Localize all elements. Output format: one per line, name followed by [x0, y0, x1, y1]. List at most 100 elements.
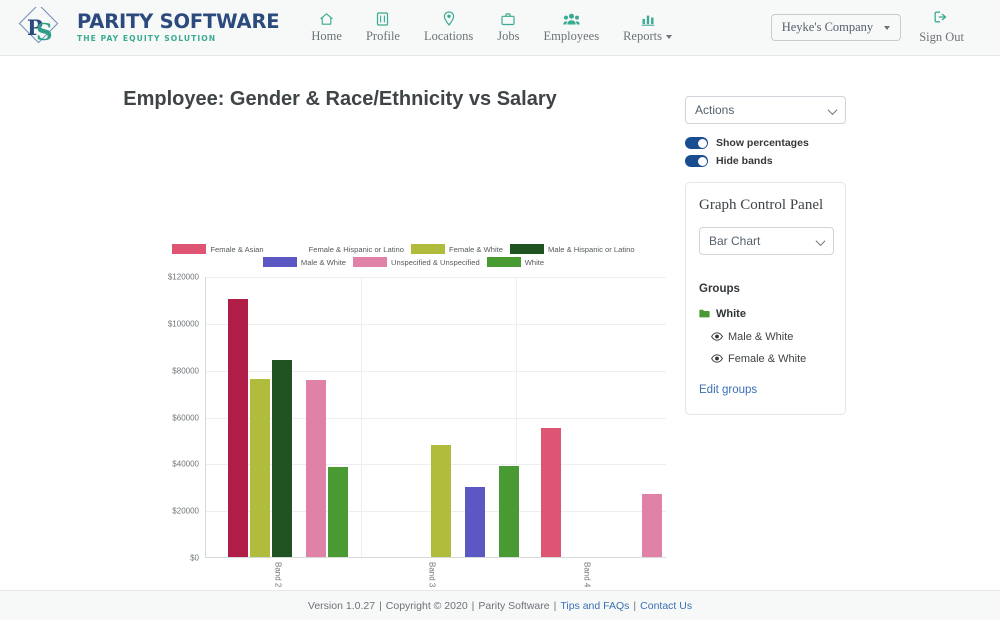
toggle-switch[interactable] — [685, 137, 708, 149]
sign-out-button[interactable]: Sign Out — [919, 10, 964, 45]
legend-swatch — [510, 244, 545, 254]
brand-logo[interactable]: P S PARITY SOFTWARE THE PAY EQUITY SOLUT… — [16, 3, 280, 49]
toggle-hide-bands-label: Hide bands — [716, 155, 773, 167]
chart-bar[interactable] — [642, 493, 662, 557]
y-axis-tick-label: $20000 — [172, 506, 199, 516]
briefcase-icon — [501, 11, 515, 26]
x-axis-band-label: Band 2 — [273, 562, 283, 588]
nav-label-locations: Locations — [423, 29, 474, 43]
main-nav: Home Profile Locations Jobs Employees Re… — [299, 11, 684, 44]
legend-swatch — [486, 257, 521, 267]
nav-item-home[interactable]: Home — [299, 11, 354, 44]
edit-groups-link[interactable]: Edit groups — [699, 384, 832, 396]
toggle-hide-bands[interactable]: Hide bands — [685, 155, 846, 167]
chart-title: Employee: Gender & Race/Ethnicity vs Sal… — [123, 88, 557, 110]
chevron-down-icon — [884, 25, 891, 30]
chart-plot-area: $0 $20000 $40000 $60000 $80000 $100000 $120000… — [168, 273, 666, 587]
sign-out-icon — [934, 10, 949, 28]
nav-label-profile: Profile — [365, 29, 400, 43]
y-axis-tick-label: $120000 — [167, 272, 199, 282]
chart-bar[interactable] — [431, 444, 451, 557]
nav-label-reports: Reports — [623, 29, 672, 44]
legend-label: Male & White — [300, 257, 347, 267]
legend-item[interactable]: Unspecified & Unspecified — [353, 257, 480, 267]
nav-item-profile[interactable]: Profile — [354, 11, 412, 44]
parity-logo-icon: P S — [16, 3, 68, 49]
toggle-show-percentages[interactable]: Show percentages — [685, 137, 846, 149]
folder-icon — [699, 305, 710, 323]
footer-link-contact[interactable]: Contact Us — [640, 600, 692, 612]
legend-item[interactable]: Male & White — [262, 257, 347, 267]
actions-select[interactable]: Actions — [685, 96, 846, 124]
legend-label: Female & Hispanic or Latino — [308, 244, 404, 254]
brand-name: PARITY SOFTWARE — [77, 10, 280, 34]
people-icon — [563, 11, 580, 26]
eye-icon — [711, 350, 723, 368]
home-icon — [319, 11, 334, 26]
display-toggles: Show percentages Hide bands — [685, 137, 846, 167]
chart-bar[interactable] — [272, 360, 292, 557]
group-child-label: Female & White — [728, 353, 807, 365]
legend-swatch — [172, 244, 207, 254]
legend-swatch — [353, 257, 388, 267]
chart-bar[interactable] — [465, 486, 485, 557]
nav-label-home: Home — [311, 29, 342, 43]
chart-bar[interactable] — [228, 299, 248, 557]
company-selector-button[interactable]: Heyke's Company — [770, 14, 902, 41]
nav-item-jobs[interactable]: Jobs — [485, 11, 531, 44]
footer-separator: | — [471, 599, 475, 612]
chart-bar[interactable] — [328, 466, 348, 557]
chevron-down-icon — [827, 105, 838, 116]
app-footer: Version 1.0.27 | Copyright © 2020 | Pari… — [0, 590, 1000, 620]
y-axis-tick-label: $80000 — [172, 366, 199, 376]
footer-separator: | — [379, 599, 382, 612]
actions-select-value: Actions — [695, 103, 735, 117]
legend-label: Female & White — [449, 244, 504, 254]
chart-bar[interactable] — [499, 465, 519, 557]
chevron-down-icon — [665, 35, 672, 40]
company-selector-label: Heyke's Company — [781, 20, 874, 34]
x-axis-band-label: Band 3 — [427, 562, 437, 588]
chart-gridline — [206, 323, 666, 325]
legend-swatch — [411, 244, 445, 254]
nav-label-employees: Employees — [543, 29, 600, 43]
nav-item-reports[interactable]: Reports — [611, 11, 684, 44]
chart-bar[interactable] — [541, 428, 561, 557]
group-child-male-white[interactable]: Male & White — [711, 328, 832, 346]
nav-item-locations[interactable]: Locations — [412, 11, 485, 44]
chart-type-select-value: Bar Chart — [709, 234, 761, 248]
legend-label: Female & Asian — [210, 244, 264, 254]
chart-container: Employee: Gender & Race/Ethnicity vs Sal… — [0, 56, 680, 619]
footer-separator: | — [553, 599, 557, 612]
legend-item[interactable]: Female & White — [411, 244, 503, 254]
legend-label: Unspecified & Unspecified — [391, 257, 480, 267]
footer-version: Version 1.0.27 — [307, 599, 376, 612]
right-sidebar: Actions Show percentages Hide bands Grap… — [685, 96, 846, 415]
eye-icon — [711, 328, 723, 346]
legend-item[interactable]: White — [486, 257, 544, 267]
toggle-switch[interactable] — [685, 155, 708, 167]
footer-company: Parity Software — [478, 599, 550, 612]
group-item-white[interactable]: White — [699, 305, 832, 323]
legend-swatch — [271, 244, 305, 254]
group-child-female-white[interactable]: Female & White — [711, 350, 832, 368]
map-pin-icon — [443, 11, 455, 26]
group-child-label: Male & White — [728, 331, 794, 343]
legend-swatch — [262, 257, 297, 267]
building-icon — [376, 11, 389, 26]
legend-item[interactable]: Female & Asian — [172, 244, 264, 254]
nav-item-employees[interactable]: Employees — [532, 11, 612, 44]
legend-label: Male & Hispanic or Latino — [548, 244, 635, 254]
bar-chart-icon — [641, 11, 655, 26]
groups-heading: Groups — [699, 283, 740, 295]
chart-type-select[interactable]: Bar Chart — [699, 227, 834, 255]
toggle-show-percentages-label: Show percentages — [716, 137, 809, 149]
legend-item[interactable]: Female & Hispanic or Latino — [271, 244, 404, 254]
chart-bar[interactable] — [250, 379, 270, 557]
y-axis-tick-label: $40000 — [172, 459, 199, 469]
legend-item[interactable]: Male & Hispanic or Latino — [510, 244, 635, 254]
footer-link-tips[interactable]: Tips and FAQs — [560, 600, 629, 612]
app-header: P S PARITY SOFTWARE THE PAY EQUITY SOLUT… — [0, 0, 1000, 56]
chart-bar[interactable] — [306, 380, 326, 557]
y-axis-tick-label: $0 — [190, 553, 199, 563]
